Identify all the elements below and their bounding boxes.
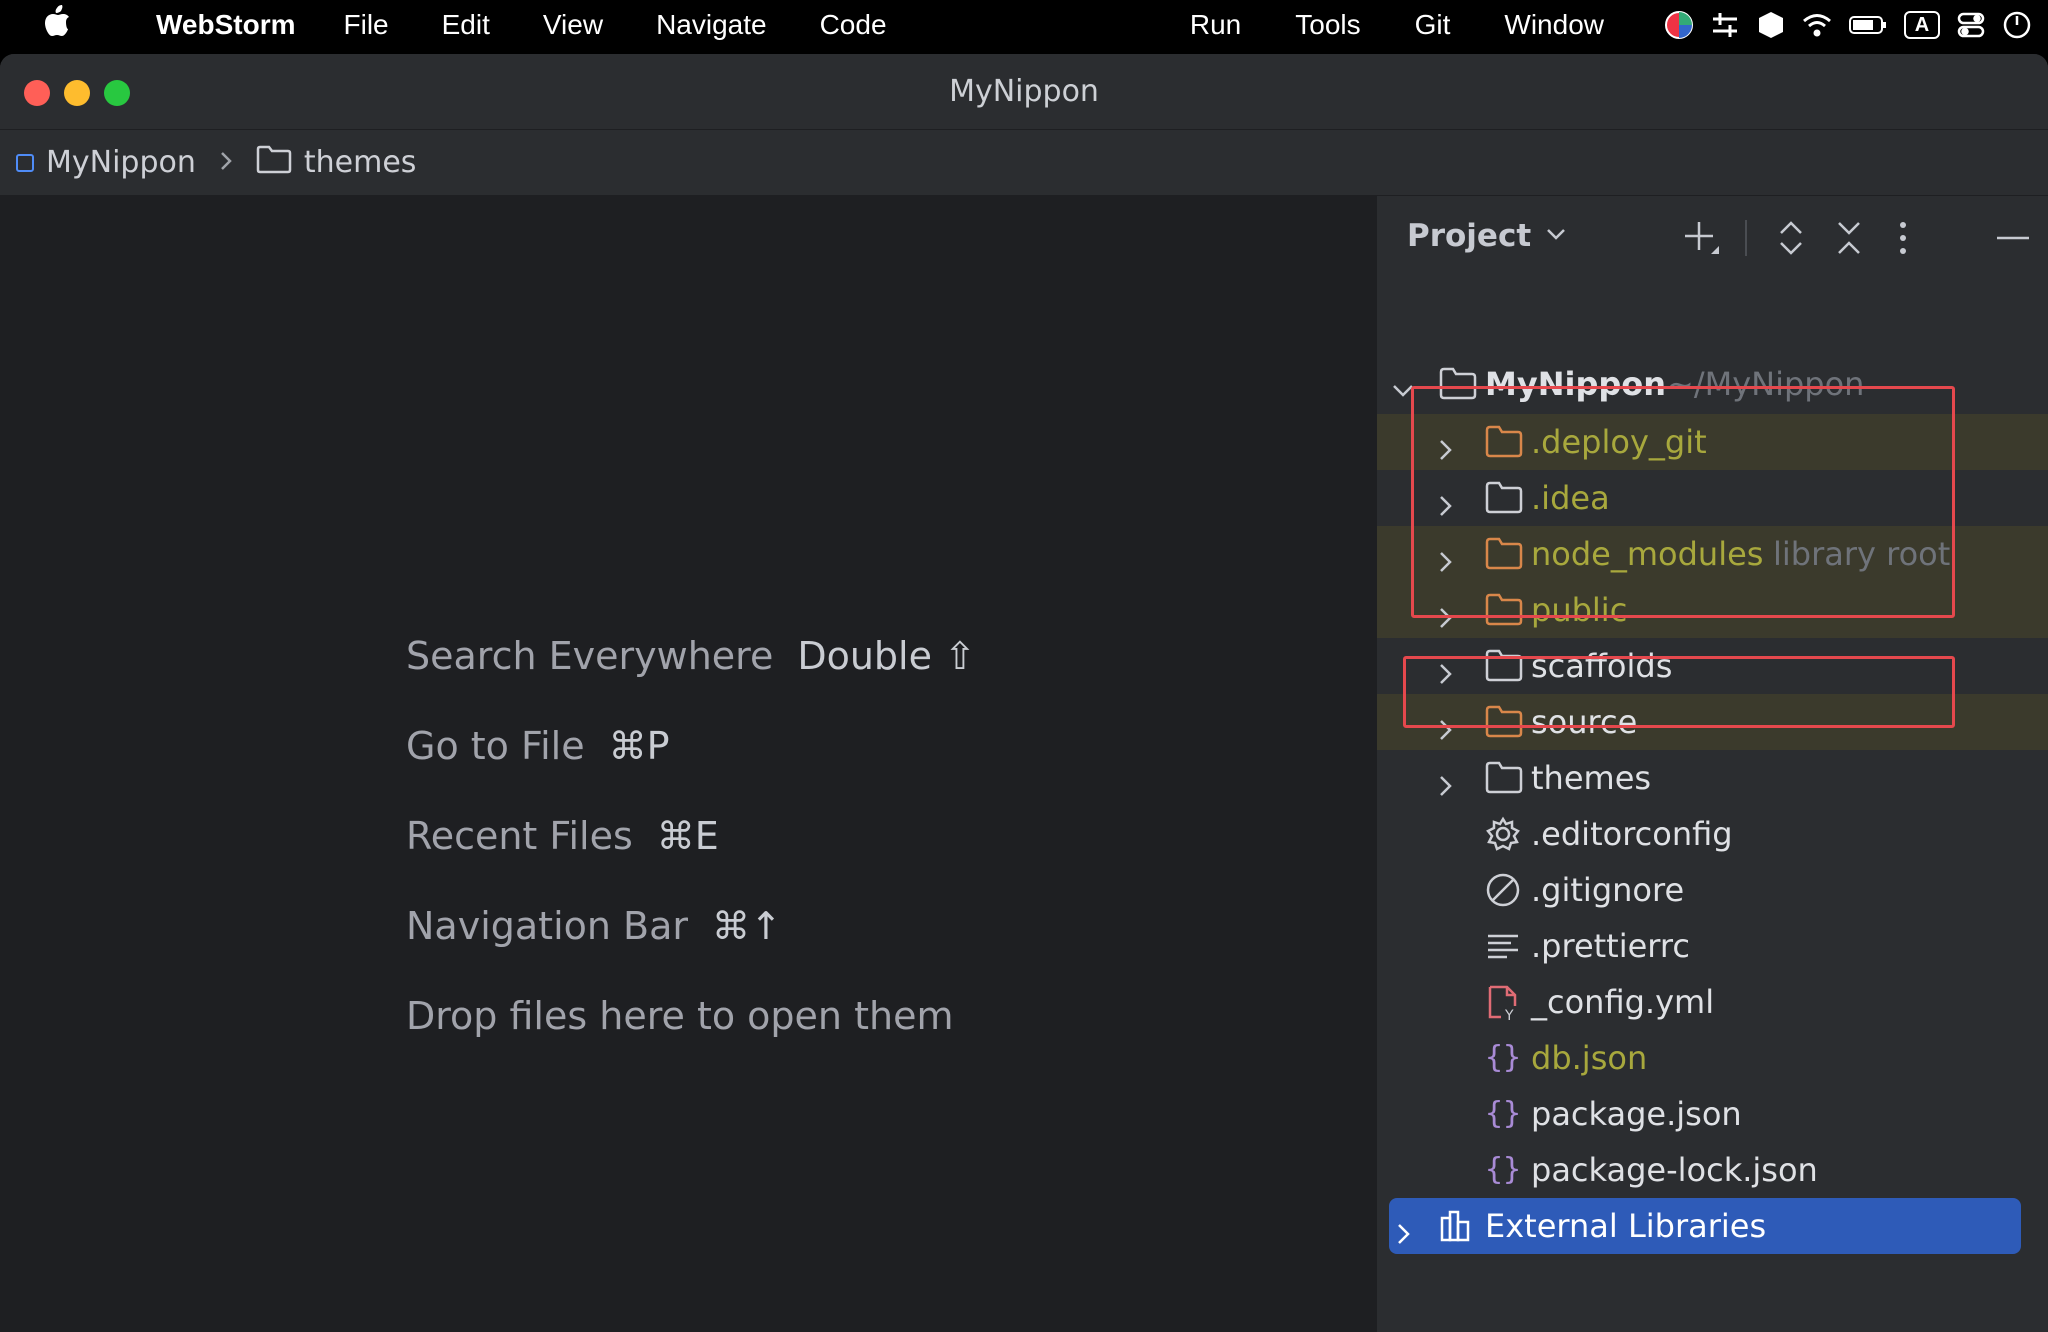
json-braces-icon: {} — [1485, 1040, 1522, 1075]
chevron-down-icon[interactable] — [1545, 226, 1567, 246]
header-divider — [1745, 220, 1747, 256]
cube-icon[interactable] — [1756, 10, 1786, 40]
more-options-icon[interactable] — [1883, 218, 1923, 258]
menu-run[interactable]: Run — [1190, 9, 1241, 41]
breadcrumb-project[interactable]: MyNippon — [46, 145, 196, 180]
breadcrumb: MyNippon themes — [0, 130, 2048, 196]
menu-edit[interactable]: Edit — [442, 9, 490, 41]
annotation-box-ignored-folders — [1411, 386, 1955, 618]
control-center-icon[interactable] — [1956, 10, 1986, 40]
json-braces-icon: {} — [1485, 1096, 1522, 1131]
project-tool-window: Project MyNippon ~/MyNippon .deploy_git … — [1376, 196, 2048, 1332]
chevron-right-icon — [218, 145, 234, 180]
clock-icon[interactable] — [2002, 10, 2032, 40]
project-view-selector[interactable]: Project — [1407, 218, 1531, 254]
collapse-all-icon[interactable] — [1829, 218, 1869, 258]
menu-view[interactable]: View — [543, 9, 603, 41]
menu-tools[interactable]: Tools — [1295, 9, 1360, 41]
project-header: Project — [1377, 196, 2048, 276]
editor-empty-area[interactable]: Search Everywhere Double ⇧ Go to File ⌘P R… — [0, 196, 1376, 1332]
project-module-icon — [16, 153, 34, 172]
input-source-indicator[interactable]: A — [1904, 11, 1940, 39]
tree-item-package-lock-json[interactable]: {} package-lock.json — [1377, 1142, 2048, 1198]
text-lines-icon — [1485, 928, 1521, 964]
svg-text:Y: Y — [1504, 1008, 1514, 1022]
tree-item-prettierrc[interactable]: .prettierrc — [1377, 918, 2048, 974]
macos-menu-bar: WebStorm File Edit View Navigate Code Ru… — [0, 0, 2048, 50]
tree-item-gitignore[interactable]: .gitignore — [1377, 862, 2048, 918]
tree-item-db-json[interactable]: {} db.json — [1377, 1030, 2048, 1086]
tree-item-package-json[interactable]: {} package.json — [1377, 1086, 2048, 1142]
hint-go-to-file: Go to File ⌘P — [406, 724, 670, 768]
tree-item-external-libraries[interactable]: External Libraries — [1389, 1198, 2021, 1254]
gear-icon — [1485, 816, 1521, 852]
tree-item-editorconfig[interactable]: .editorconfig — [1377, 806, 2048, 862]
hint-navigation-bar: Navigation Bar ⌘↑ — [406, 904, 782, 948]
annotation-box-source-folder — [1403, 656, 1955, 728]
wifi-icon[interactable] — [1802, 10, 1832, 40]
yaml-file-icon: Y — [1485, 984, 1521, 1024]
app-name-menu[interactable]: WebStorm — [156, 9, 296, 41]
expand-all-icon[interactable] — [1771, 218, 1811, 258]
folder-icon — [256, 144, 292, 182]
menu-git[interactable]: Git — [1415, 9, 1451, 41]
hint-recent-files: Recent Files ⌘E — [406, 814, 719, 858]
status-tray: A — [1664, 10, 2032, 40]
battery-icon[interactable] — [1848, 10, 1888, 40]
folder-icon — [1485, 760, 1523, 796]
chevron-down-icon[interactable] — [1391, 373, 1413, 397]
new-file-icon[interactable] — [1681, 218, 1721, 258]
menu-navigate[interactable]: Navigate — [656, 9, 767, 41]
chevron-right-icon[interactable] — [1393, 1215, 1415, 1244]
window-title: MyNippon — [949, 74, 1099, 109]
menu-file[interactable]: File — [344, 9, 389, 41]
apple-menu-icon[interactable] — [42, 4, 102, 47]
hide-panel-icon[interactable] — [1993, 218, 2033, 258]
menu-window[interactable]: Window — [1504, 9, 1604, 41]
title-bar: MyNippon — [0, 54, 2048, 130]
sliders-icon[interactable] — [1710, 10, 1740, 40]
library-icon — [1439, 1208, 1475, 1244]
tree-item-themes[interactable]: themes — [1377, 750, 2048, 806]
menu-code[interactable]: Code — [820, 9, 887, 41]
ide-window: MyNippon MyNippon themes Search Everywhe… — [0, 54, 2048, 1332]
tree-item-config-yml[interactable]: Y _config.yml — [1377, 974, 2048, 1030]
hint-drop-files: Drop files here to open them — [406, 994, 954, 1038]
hint-search-everywhere: Search Everywhere Double ⇧ — [406, 634, 976, 678]
json-braces-icon: {} — [1485, 1152, 1522, 1187]
color-picker-icon[interactable] — [1664, 10, 1694, 40]
ignore-icon — [1485, 872, 1521, 908]
breadcrumb-folder[interactable]: themes — [304, 145, 417, 180]
chevron-right-icon[interactable] — [1435, 767, 1457, 796]
